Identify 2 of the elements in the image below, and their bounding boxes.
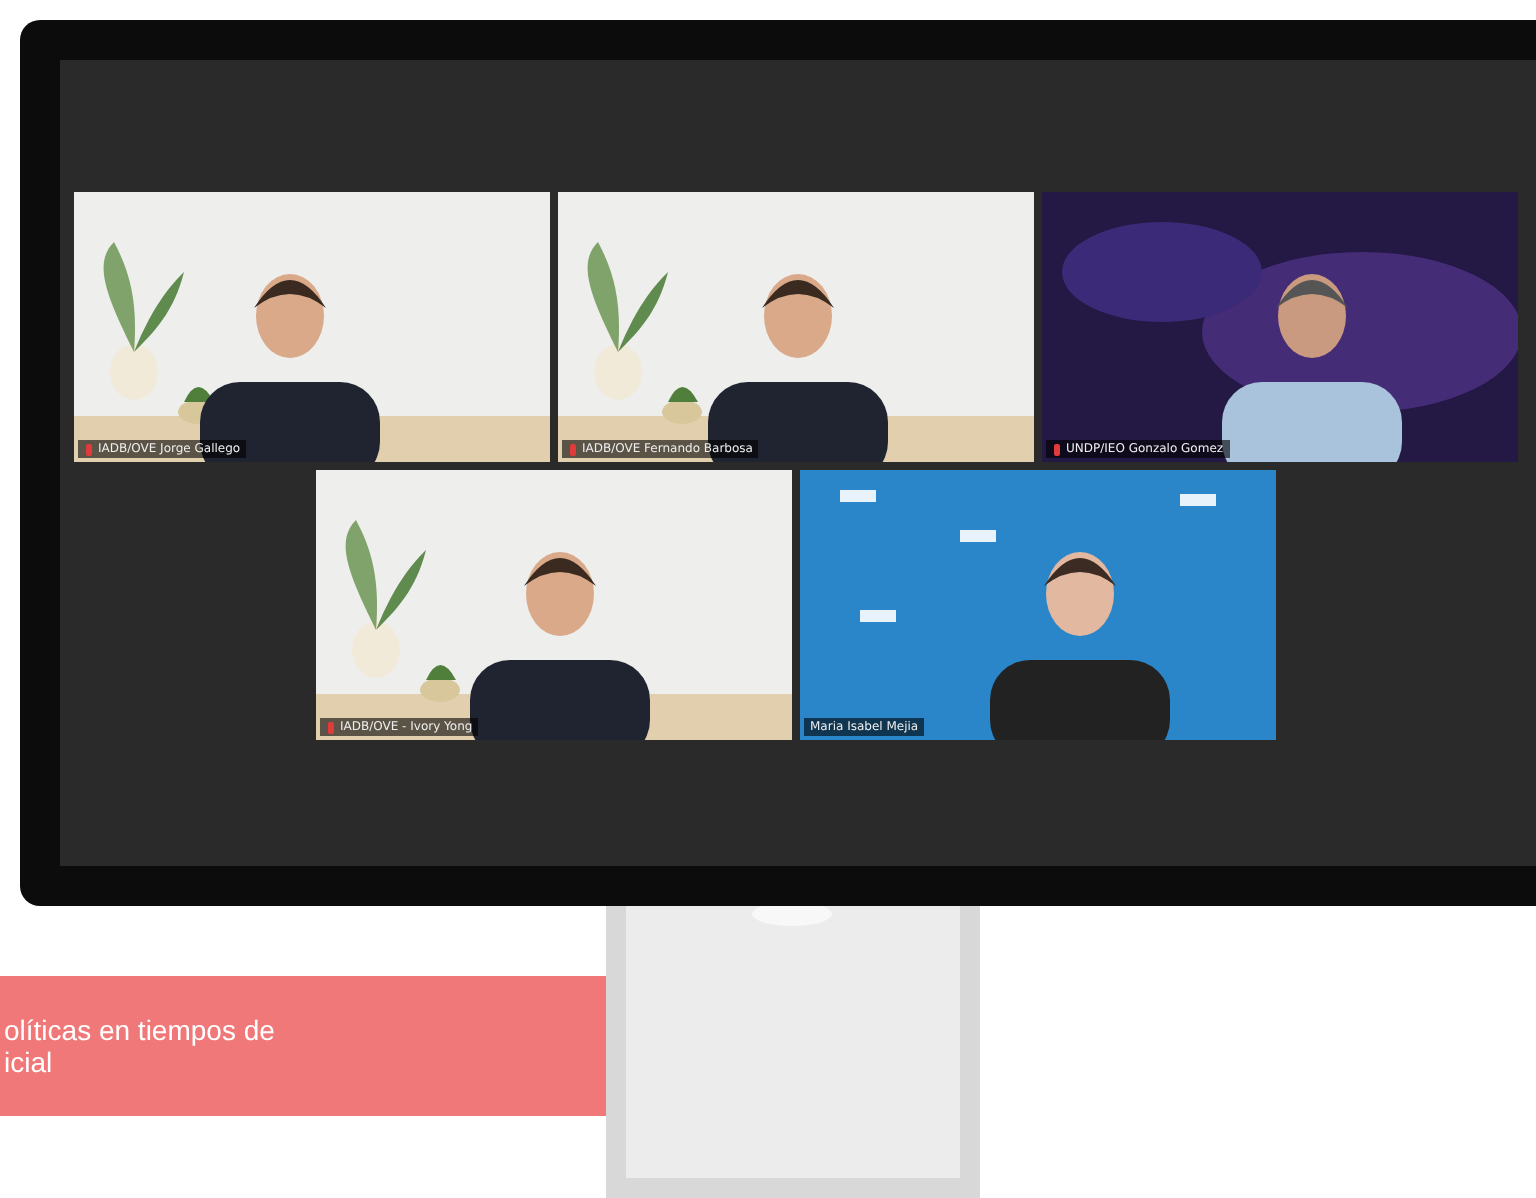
caption-text: olíticas en tiempos de — [4, 1014, 277, 1046]
caption-text: icial — [4, 1046, 55, 1078]
